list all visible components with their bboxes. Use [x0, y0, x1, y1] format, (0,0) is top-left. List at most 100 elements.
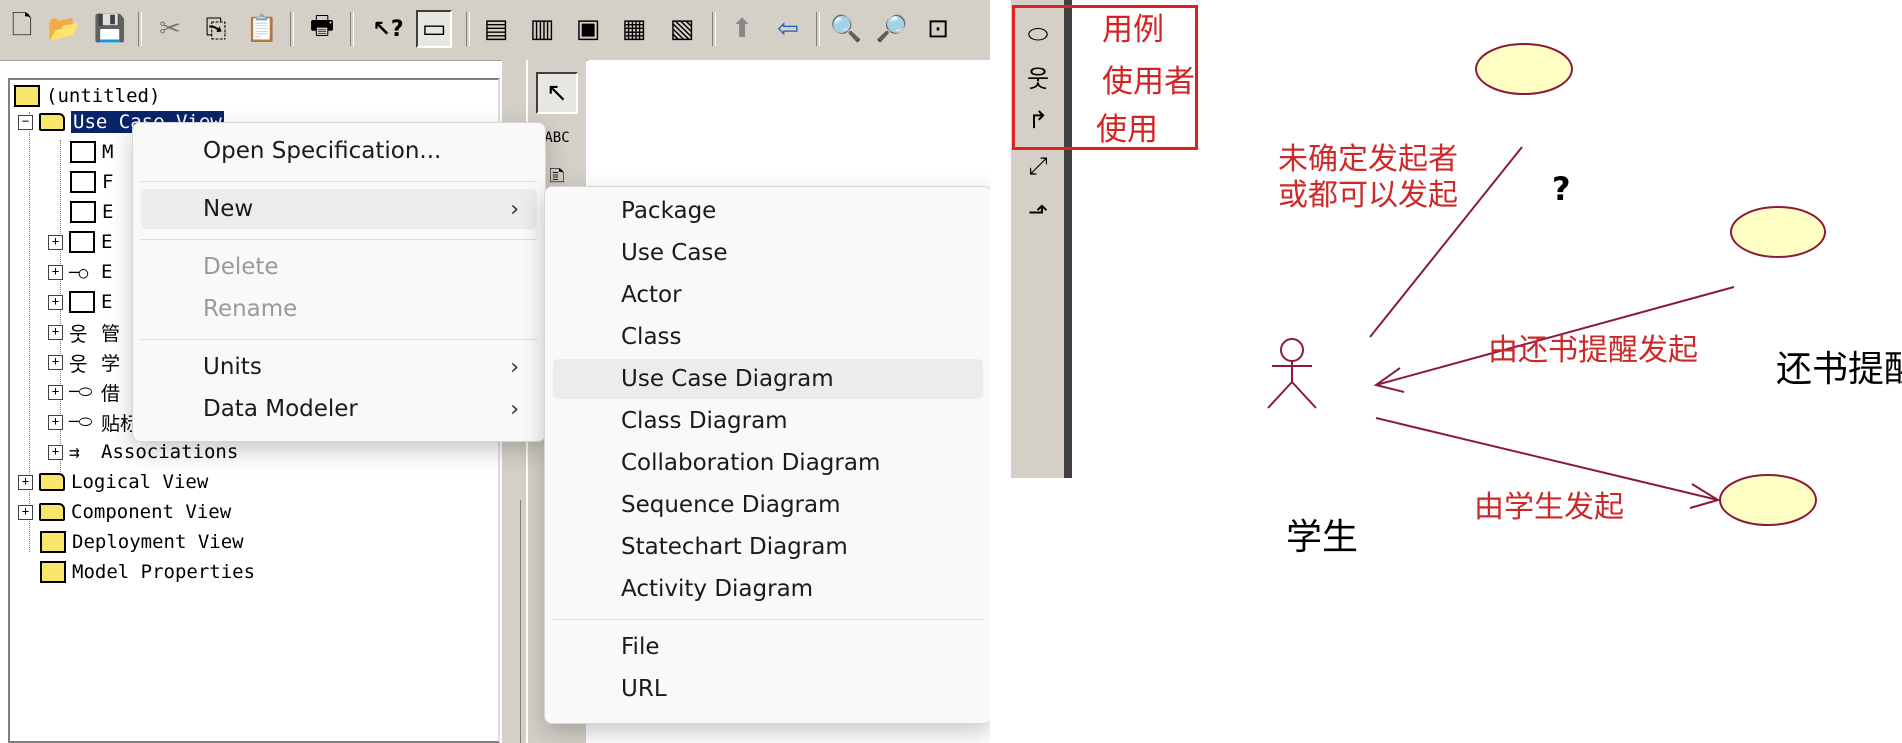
- tree-item-label: 学: [101, 352, 121, 375]
- document-icon: [70, 171, 96, 193]
- tree-item-label: M: [102, 141, 114, 163]
- collapse-icon[interactable]: −: [18, 114, 33, 130]
- back-arrow-icon[interactable]: ⇦: [770, 10, 806, 48]
- tree-item-model-properties[interactable]: Model Properties: [40, 558, 255, 586]
- tree-item[interactable]: + E: [48, 288, 112, 316]
- print-icon[interactable]: 🖶: [304, 10, 340, 48]
- tree-item-label: F: [102, 171, 114, 193]
- tree-item[interactable]: F: [70, 168, 113, 196]
- use-case-diagram-icon: [70, 201, 96, 223]
- tree-item-component-view[interactable]: + Component View: [18, 498, 231, 526]
- browse-class-diagram-icon[interactable]: ▤: [478, 10, 514, 48]
- browse-interaction-diagram-icon[interactable]: ▥: [524, 10, 560, 48]
- cut-icon[interactable]: ✂: [152, 10, 188, 48]
- toolbar-separator: [138, 12, 142, 46]
- menu-item-actor[interactable]: Actor: [553, 275, 983, 315]
- expand-icon[interactable]: +: [48, 264, 63, 280]
- save-icon[interactable]: 💾: [92, 10, 128, 48]
- use-case-icon: ─⬭: [69, 412, 93, 431]
- menu-item-label: Data Modeler: [203, 396, 358, 422]
- expand-icon[interactable]: +: [48, 234, 63, 250]
- fit-in-window-icon[interactable]: ⊡: [920, 10, 956, 48]
- menu-item-use-case-diagram[interactable]: Use Case Diagram: [553, 359, 983, 399]
- context-help-icon[interactable]: ↖?: [370, 10, 406, 48]
- use-case-ellipse-student: [1719, 474, 1817, 526]
- expand-icon[interactable]: +: [48, 354, 63, 370]
- menu-item-file[interactable]: File: [553, 627, 983, 667]
- expand-icon[interactable]: +: [18, 504, 33, 520]
- tree-item[interactable]: + ─⬭ 借: [48, 378, 120, 406]
- menu-separator: [141, 339, 537, 340]
- menu-item-label: Collaboration Diagram: [621, 450, 881, 476]
- tree-root[interactable]: (untitled): [14, 82, 160, 110]
- menu-item-label: Units: [203, 354, 262, 380]
- use-case-ellipse-reminder: [1730, 206, 1826, 258]
- menu-separator: [141, 181, 537, 182]
- menu-item-class-diagram[interactable]: Class Diagram: [553, 401, 983, 441]
- menu-item-url[interactable]: URL: [553, 669, 983, 709]
- rational-rose-window: 🗋 📂 💾 ✂ ⎘ 📋 🖶 ↖? ▭ ▤ ▥ ▣ ▦ ▧ ⬆ ⇦ 🔍 🔎 ⊡ (…: [0, 0, 990, 743]
- toolbar-separator: [290, 12, 294, 46]
- menu-item-units[interactable]: Units ›: [141, 347, 537, 387]
- tree-item-deployment-view[interactable]: Deployment View: [40, 528, 244, 556]
- tree-item[interactable]: E: [70, 198, 113, 226]
- menu-item-use-case[interactable]: Use Case: [553, 233, 983, 273]
- toolbar-separator: [350, 12, 354, 46]
- menu-item-sequence-diagram[interactable]: Sequence Diagram: [553, 485, 983, 525]
- tree-item-label: E: [102, 201, 114, 223]
- menu-item-label: Rename: [203, 296, 298, 322]
- folder-icon: [39, 113, 65, 131]
- zoom-in-icon[interactable]: 🔍: [828, 10, 864, 48]
- model-icon: [14, 85, 40, 107]
- actor-label-student: 学生: [1286, 517, 1359, 558]
- generalization-tool-icon[interactable]: ⬏: [1018, 192, 1058, 232]
- new-file-icon[interactable]: 🗋: [4, 10, 40, 48]
- pointer-arrow-icon[interactable]: ↖: [536, 72, 578, 114]
- expand-icon[interactable]: +: [48, 384, 63, 400]
- zoom-out-icon[interactable]: 🔎: [874, 10, 910, 48]
- menu-item-label: Statechart Diagram: [621, 534, 848, 560]
- context-menu: Open Specification... New › Delete Renam…: [132, 122, 546, 442]
- browse-component-diagram-icon[interactable]: ▣: [570, 10, 606, 48]
- browse-state-diagram-icon[interactable]: ▦: [616, 10, 652, 48]
- folder-icon: [39, 473, 65, 491]
- view-docs-icon[interactable]: ▭: [416, 10, 452, 48]
- browse-parent-icon[interactable]: ⬆: [724, 10, 760, 48]
- menu-item-delete[interactable]: Delete: [141, 247, 537, 287]
- copy-icon[interactable]: ⎘: [198, 10, 234, 48]
- tree-item[interactable]: + ─○ E: [48, 258, 112, 286]
- tree-item[interactable]: + ⇉ Associations: [48, 438, 238, 466]
- menu-item-statechart-diagram[interactable]: Statechart Diagram: [553, 527, 983, 567]
- browse-deployment-diagram-icon[interactable]: ▧: [664, 10, 700, 48]
- menu-item-label: Package: [621, 198, 717, 224]
- tree-item[interactable]: M: [70, 138, 113, 166]
- tree-item-label: E: [101, 291, 113, 313]
- open-folder-icon[interactable]: 📂: [46, 10, 82, 48]
- tree-item[interactable]: + E: [48, 228, 112, 256]
- tree-item[interactable]: + 웃 管: [48, 318, 120, 346]
- menu-item-class[interactable]: Class: [553, 317, 983, 357]
- menu-item-open-specification[interactable]: Open Specification...: [141, 131, 537, 171]
- expand-icon[interactable]: +: [18, 474, 33, 490]
- expand-icon[interactable]: +: [48, 324, 63, 340]
- paste-icon[interactable]: 📋: [244, 10, 280, 48]
- expand-icon[interactable]: +: [48, 294, 63, 310]
- use-case-ellipse-unknown: [1475, 43, 1573, 95]
- expand-icon[interactable]: +: [48, 414, 63, 430]
- menu-item-label: Activity Diagram: [621, 576, 814, 602]
- menu-item-package[interactable]: Package: [553, 191, 983, 231]
- tree-item[interactable]: + 웃 学: [48, 348, 120, 376]
- tree-item-logical-view[interactable]: + Logical View: [18, 468, 208, 496]
- expand-icon[interactable]: +: [48, 444, 63, 460]
- menu-item-rename[interactable]: Rename: [141, 289, 537, 329]
- menu-item-new[interactable]: New ›: [141, 189, 537, 229]
- association-line-student: [1375, 417, 1719, 501]
- actor-icon: 웃: [69, 321, 88, 346]
- menu-item-collaboration-diagram[interactable]: Collaboration Diagram: [553, 443, 983, 483]
- tree-item-label: 借: [101, 382, 121, 405]
- menu-item-activity-diagram[interactable]: Activity Diagram: [553, 569, 983, 609]
- chevron-right-icon: ›: [510, 396, 519, 422]
- menu-item-data-modeler[interactable]: Data Modeler ›: [141, 389, 537, 429]
- tree-item-label: Associations: [101, 441, 239, 463]
- dependency-tool-icon[interactable]: ⤢: [1018, 146, 1058, 186]
